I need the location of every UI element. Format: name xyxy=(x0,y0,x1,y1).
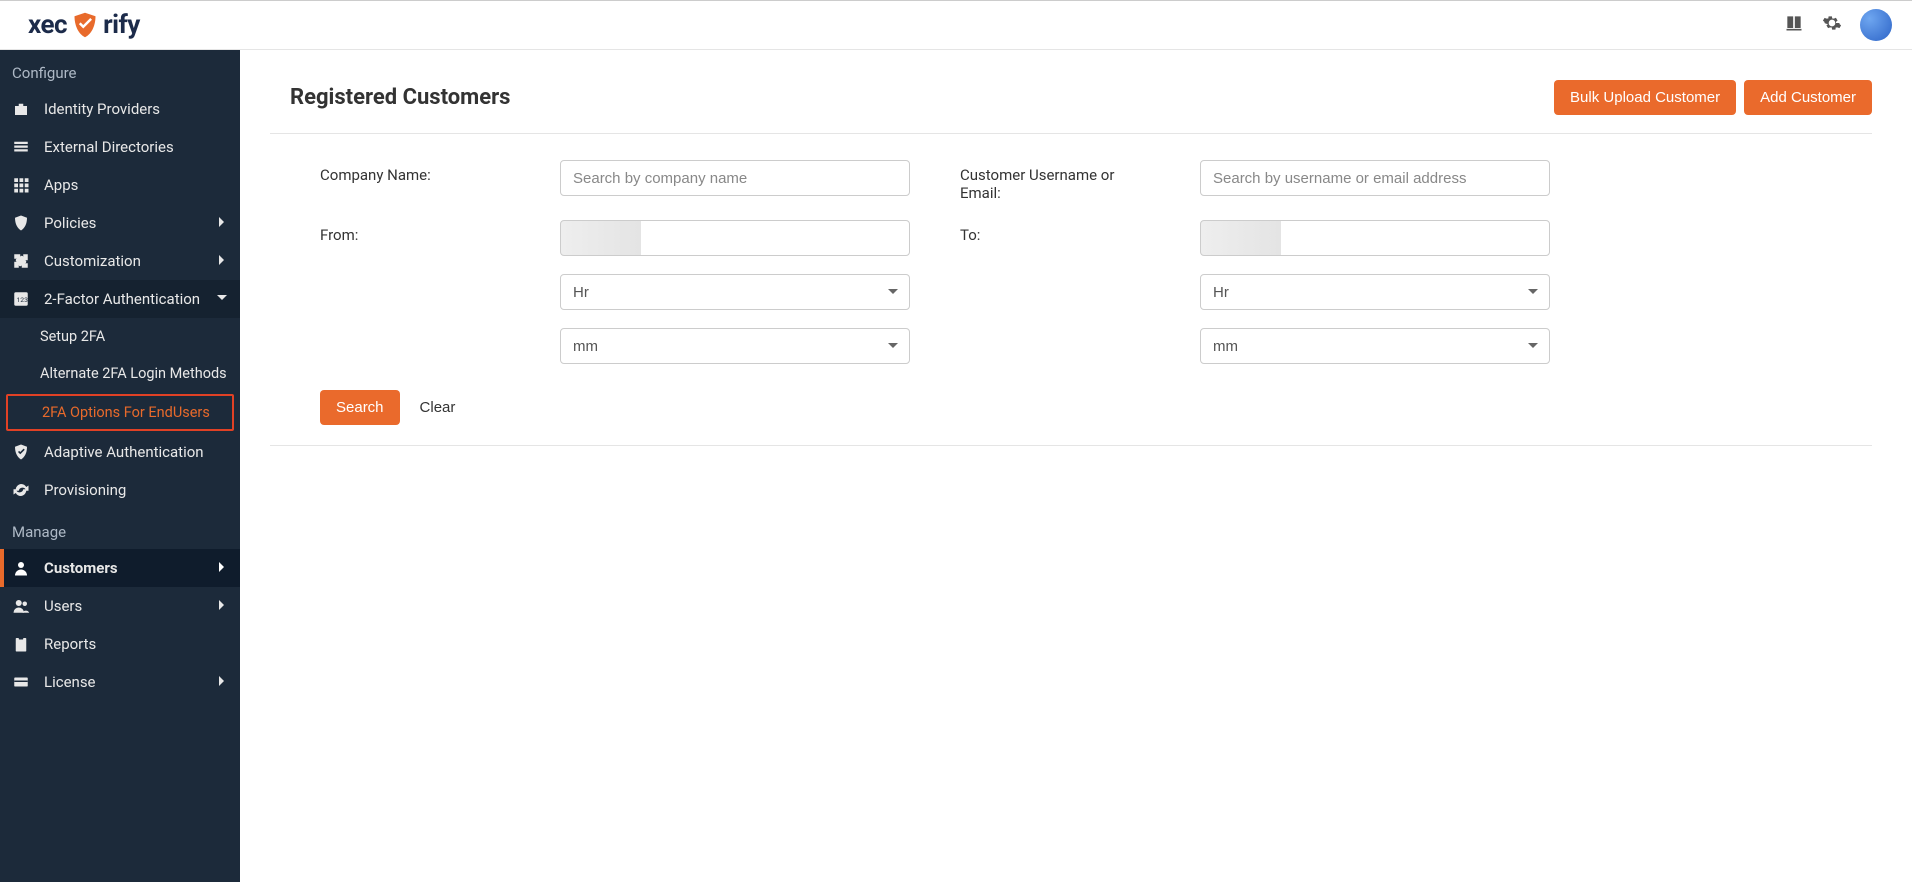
sidebar-sub-setup-2fa[interactable]: Setup 2FA xyxy=(0,318,240,355)
puzzle-icon xyxy=(12,252,30,270)
nav-label: Customization xyxy=(44,252,141,270)
chevron-right-icon xyxy=(216,252,228,270)
clear-button[interactable]: Clear xyxy=(420,399,456,416)
sidebar-item-reports[interactable]: Reports xyxy=(0,625,240,663)
sidebar-item-customers[interactable]: Customers xyxy=(0,549,240,587)
chevron-right-icon xyxy=(216,214,228,232)
company-label: Company Name: xyxy=(320,160,510,184)
chevron-down-icon xyxy=(216,290,228,308)
gear-icon[interactable] xyxy=(1822,13,1842,37)
nav-label: Adaptive Authentication xyxy=(44,443,204,461)
to-mm-select[interactable]: mm xyxy=(1200,328,1550,364)
verified-icon xyxy=(12,443,30,461)
avatar[interactable] xyxy=(1860,9,1892,41)
sidebar-sub-2fa-endusers[interactable]: 2FA Options For EndUsers xyxy=(6,394,234,431)
user-label: Customer Username or Email: xyxy=(960,160,1150,202)
nav-label: Customers xyxy=(44,559,118,577)
to-label: To: xyxy=(960,220,1150,244)
topbar: xec rify xyxy=(0,0,1912,50)
sidebar-item-apps[interactable]: Apps xyxy=(0,166,240,204)
shield-icon xyxy=(71,11,99,39)
person-icon xyxy=(12,559,30,577)
user-input[interactable] xyxy=(1200,160,1550,196)
sidebar-item-adaptive-auth[interactable]: Adaptive Authentication xyxy=(0,433,240,471)
brand-text-left: xec xyxy=(28,10,67,40)
main-content: Registered Customers Bulk Upload Custome… xyxy=(240,50,1912,882)
brand-logo[interactable]: xec rify xyxy=(28,10,140,40)
chevron-right-icon xyxy=(216,597,228,615)
to-date-input[interactable] xyxy=(1200,220,1550,256)
filters: Company Name: Customer Username or Email… xyxy=(270,134,1872,384)
chevron-right-icon xyxy=(216,673,228,691)
grid-icon xyxy=(12,176,30,194)
action-row: Search Clear xyxy=(270,384,1872,446)
nav-label: Provisioning xyxy=(44,481,126,499)
clipboard-icon xyxy=(12,635,30,653)
page-header: Registered Customers Bulk Upload Custome… xyxy=(270,70,1872,134)
sidebar-item-2fa[interactable]: 123 2-Factor Authentication xyxy=(0,280,240,318)
nav-label: Identity Providers xyxy=(44,100,160,118)
from-label: From: xyxy=(320,220,510,244)
sidebar: Configure Identity Providers External Di… xyxy=(0,50,240,882)
nav-label: Apps xyxy=(44,176,78,194)
sidebar-item-identity-providers[interactable]: Identity Providers xyxy=(0,90,240,128)
bulk-upload-button[interactable]: Bulk Upload Customer xyxy=(1554,80,1736,115)
add-customer-button[interactable]: Add Customer xyxy=(1744,80,1872,115)
briefcase-icon xyxy=(12,100,30,118)
sidebar-item-policies[interactable]: Policies xyxy=(0,204,240,242)
nav-label: License xyxy=(44,673,96,691)
book-icon[interactable] xyxy=(1784,13,1804,37)
from-hr-select[interactable]: Hr xyxy=(560,274,910,310)
section-label-configure: Configure xyxy=(0,50,240,90)
nav-label: 2-Factor Authentication xyxy=(44,290,200,308)
nav-label: Users xyxy=(44,597,82,615)
nav-label: Policies xyxy=(44,214,96,232)
card-icon xyxy=(12,673,30,691)
sidebar-sub-alternate-2fa[interactable]: Alternate 2FA Login Methods xyxy=(0,355,240,392)
nav-label: External Directories xyxy=(44,138,174,156)
nav-label: Reports xyxy=(44,635,96,653)
company-input[interactable] xyxy=(560,160,910,196)
search-button[interactable]: Search xyxy=(320,390,400,425)
svg-text:123: 123 xyxy=(17,296,29,304)
sidebar-item-users[interactable]: Users xyxy=(0,587,240,625)
sidebar-item-external-directories[interactable]: External Directories xyxy=(0,128,240,166)
brand-text-right: rify xyxy=(103,10,140,40)
to-hr-select[interactable]: Hr xyxy=(1200,274,1550,310)
sync-icon xyxy=(12,481,30,499)
section-label-manage: Manage xyxy=(0,509,240,549)
from-date-input[interactable] xyxy=(560,220,910,256)
keypad-icon: 123 xyxy=(12,290,30,308)
page-title: Registered Customers xyxy=(290,85,510,110)
sidebar-item-license[interactable]: License xyxy=(0,663,240,701)
sidebar-item-provisioning[interactable]: Provisioning xyxy=(0,471,240,509)
list-icon xyxy=(12,138,30,156)
chevron-right-icon xyxy=(216,559,228,577)
people-icon xyxy=(12,597,30,615)
shield-outline-icon xyxy=(12,214,30,232)
from-mm-select[interactable]: mm xyxy=(560,328,910,364)
sidebar-item-customization[interactable]: Customization xyxy=(0,242,240,280)
